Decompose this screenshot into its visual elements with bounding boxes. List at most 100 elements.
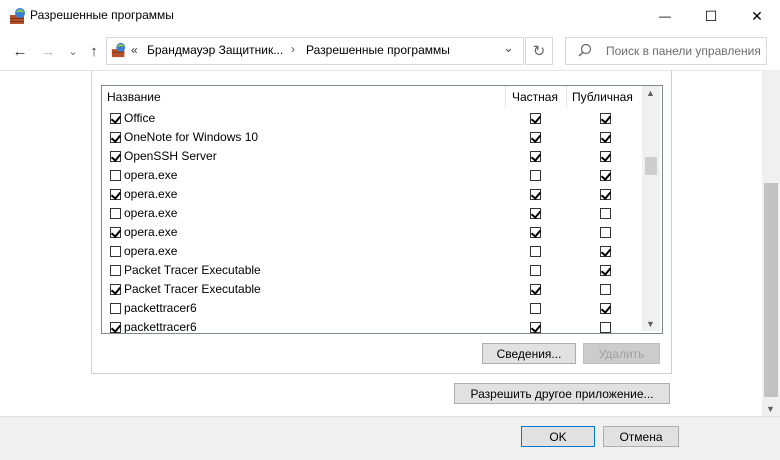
enabled-checkbox[interactable] xyxy=(110,170,121,181)
public-checkbox[interactable] xyxy=(600,227,611,238)
scroll-down-icon[interactable]: ▼ xyxy=(766,404,775,414)
list-item[interactable]: opera.exe xyxy=(102,223,644,242)
private-checkbox[interactable] xyxy=(530,170,541,181)
enabled-checkbox[interactable] xyxy=(110,189,121,200)
enabled-checkbox[interactable] xyxy=(110,265,121,276)
list-item[interactable]: opera.exe xyxy=(102,166,644,185)
firewall-icon xyxy=(111,42,127,58)
column-header-name[interactable]: Название xyxy=(107,86,503,108)
private-checkbox[interactable] xyxy=(530,208,541,219)
public-checkbox[interactable] xyxy=(600,265,611,276)
cancel-button[interactable]: Отмена xyxy=(603,426,679,447)
list-scrollbar[interactable]: ▲ ▼ xyxy=(642,86,660,331)
public-checkbox[interactable] xyxy=(600,284,611,295)
public-checkbox[interactable] xyxy=(600,170,611,181)
private-checkbox[interactable] xyxy=(530,227,541,238)
public-checkbox[interactable] xyxy=(600,132,611,143)
private-checkbox[interactable] xyxy=(530,113,541,124)
page-scrollbar-thumb[interactable] xyxy=(764,183,778,397)
scroll-up-icon[interactable]: ▲ xyxy=(646,88,655,98)
enabled-checkbox[interactable] xyxy=(110,113,121,124)
app-name: packettracer6 xyxy=(124,320,197,334)
minimize-button[interactable]: — xyxy=(642,0,688,32)
chevron-down-icon: ⌄ xyxy=(68,45,78,58)
list-item[interactable]: opera.exe xyxy=(102,204,644,223)
private-checkbox[interactable] xyxy=(530,265,541,276)
window-title: Разрешенные программы xyxy=(30,8,174,22)
enabled-checkbox[interactable] xyxy=(110,322,121,333)
address-dropdown-icon[interactable]: ⌄ xyxy=(503,40,514,56)
public-checkbox[interactable] xyxy=(600,246,611,257)
app-name: Packet Tracer Executable xyxy=(124,282,261,296)
app-name: packettracer6 xyxy=(124,301,197,315)
scroll-down-icon[interactable]: ▼ xyxy=(646,319,655,329)
recent-locations-button[interactable]: ⌄ xyxy=(62,40,84,62)
breadcrumb-overflow[interactable]: « xyxy=(131,43,138,57)
app-name: opera.exe xyxy=(124,187,178,201)
firewall-icon xyxy=(9,7,27,25)
enabled-checkbox[interactable] xyxy=(110,246,121,257)
app-name: Office xyxy=(124,111,156,125)
public-checkbox[interactable] xyxy=(600,322,611,333)
close-icon: ✕ xyxy=(751,7,763,24)
enabled-checkbox[interactable] xyxy=(110,151,121,162)
forward-arrow-icon: → xyxy=(40,42,56,60)
maximize-icon: ☐ xyxy=(704,7,718,24)
public-checkbox[interactable] xyxy=(600,151,611,162)
list-item[interactable]: OneNote for Windows 10 xyxy=(102,128,644,147)
back-button[interactable]: ← xyxy=(9,40,31,62)
private-checkbox[interactable] xyxy=(530,151,541,162)
enabled-checkbox[interactable] xyxy=(110,284,121,295)
list-scrollbar-thumb[interactable] xyxy=(645,157,657,175)
breadcrumb-separator[interactable]: › xyxy=(291,42,295,56)
column-separator[interactable] xyxy=(505,86,506,108)
refresh-button[interactable]: ↻ xyxy=(525,37,553,65)
search-icon xyxy=(578,43,592,60)
list-item[interactable]: OpenSSH Server xyxy=(102,147,644,166)
maximize-button[interactable]: ☐ xyxy=(688,0,734,32)
app-name: opera.exe xyxy=(124,168,178,182)
list-item[interactable]: opera.exe xyxy=(102,242,644,261)
address-bar[interactable]: « Брандмауэр Защитник... › Разрешенные п… xyxy=(106,37,524,65)
app-name: opera.exe xyxy=(124,225,178,239)
private-checkbox[interactable] xyxy=(530,246,541,257)
list-item[interactable]: opera.exe xyxy=(102,185,644,204)
details-button[interactable]: Сведения... xyxy=(482,343,576,364)
list-item[interactable]: Packet Tracer Executable xyxy=(102,261,644,280)
breadcrumb-item-firewall[interactable]: Брандмауэр Защитник... xyxy=(147,43,283,57)
private-checkbox[interactable] xyxy=(530,322,541,333)
private-checkbox[interactable] xyxy=(530,189,541,200)
close-button[interactable]: ✕ xyxy=(734,0,780,32)
public-checkbox[interactable] xyxy=(600,189,611,200)
private-checkbox[interactable] xyxy=(530,303,541,314)
private-checkbox[interactable] xyxy=(530,132,541,143)
column-header-private[interactable]: Частная xyxy=(512,86,568,108)
public-checkbox[interactable] xyxy=(600,208,611,219)
enabled-checkbox[interactable] xyxy=(110,208,121,219)
column-separator[interactable] xyxy=(566,86,567,108)
search-box[interactable]: Поиск в панели управления xyxy=(565,37,767,65)
up-button[interactable]: ↑ xyxy=(83,40,105,62)
enabled-checkbox[interactable] xyxy=(110,132,121,143)
minimize-icon: — xyxy=(659,9,671,23)
forward-button[interactable]: → xyxy=(37,40,59,62)
breadcrumb-item-allowed-programs[interactable]: Разрешенные программы xyxy=(306,43,450,57)
list-item[interactable]: Office xyxy=(102,109,644,128)
up-arrow-icon: ↑ xyxy=(90,42,98,60)
private-checkbox[interactable] xyxy=(530,284,541,295)
enabled-checkbox[interactable] xyxy=(110,227,121,238)
apps-list[interactable]: Название Частная Публичная Office OneNote… xyxy=(101,85,663,334)
list-item[interactable]: packettracer6 xyxy=(102,318,644,334)
app-name: opera.exe xyxy=(124,244,178,258)
list-item[interactable]: packettracer6 xyxy=(102,299,644,318)
ok-button[interactable]: OK xyxy=(521,426,595,447)
public-checkbox[interactable] xyxy=(600,303,611,314)
app-name: Packet Tracer Executable xyxy=(124,263,261,277)
public-checkbox[interactable] xyxy=(600,113,611,124)
allow-another-app-button[interactable]: Разрешить другое приложение... xyxy=(454,383,670,404)
column-header-public[interactable]: Публичная xyxy=(572,86,640,108)
list-item[interactable]: Packet Tracer Executable xyxy=(102,280,644,299)
remove-button[interactable]: Удалить xyxy=(583,343,660,364)
enabled-checkbox[interactable] xyxy=(110,303,121,314)
search-input[interactable]: Поиск в панели управления xyxy=(606,44,761,58)
